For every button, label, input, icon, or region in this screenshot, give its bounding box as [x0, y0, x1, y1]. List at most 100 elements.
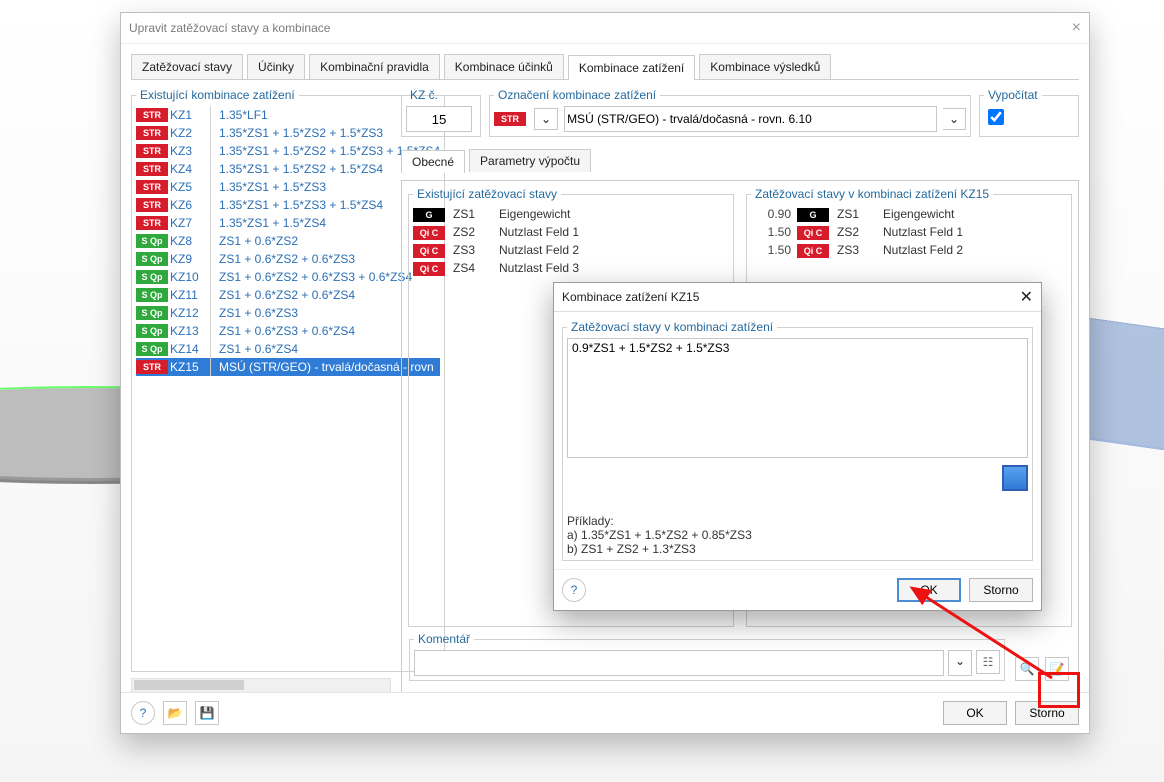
chevron-down-icon[interactable]: ⌄	[948, 650, 972, 676]
examples-block: Příklady: a) 1.35*ZS1 + 1.5*ZS2 + 0.85*Z…	[567, 514, 1028, 556]
combination-desc: ZS1 + 0.6*ZS3 + 0.6*ZS4	[213, 324, 355, 338]
loadstate-desc: Eigengewicht	[499, 207, 729, 221]
combination-row[interactable]: STRKZ15MSÚ (STR/GEO) - trvalá/dočasná - …	[136, 358, 440, 376]
tag-badge: Qi C	[413, 244, 445, 258]
kz-number-input[interactable]	[406, 106, 472, 132]
comment-panel: Komentář ⌄ ☷	[409, 632, 1005, 681]
tag-badge: STR	[136, 126, 168, 140]
save-icon[interactable]: 💾	[195, 701, 219, 725]
tag-badge: STR	[136, 360, 168, 374]
combination-row[interactable]: STRKZ41.35*ZS1 + 1.5*ZS2 + 1.5*ZS4	[136, 160, 440, 178]
tab-zatěžovací-stavy[interactable]: Zatěžovací stavy	[131, 54, 243, 79]
combination-row[interactable]: STRKZ6 1.35*ZS1 + 1.5*ZS3 + 1.5*ZS4	[136, 196, 440, 214]
comment-label: Komentář	[414, 632, 474, 646]
combination-row[interactable]: STRKZ21.35*ZS1 + 1.5*ZS2 + 1.5*ZS3	[136, 124, 440, 142]
combination-code: KZ7	[170, 216, 208, 230]
in-combination-list[interactable]: 0.90GZS1Eigengewicht1.50Qi CZS2Nutzlast …	[751, 205, 1067, 259]
combination-row[interactable]: S QpKZ10ZS1 + 0.6*ZS2 + 0.6*ZS3 + 0.6*ZS…	[136, 268, 440, 286]
combination-code: KZ8	[170, 234, 208, 248]
loadstate-code: ZS1	[453, 207, 493, 221]
combination-row[interactable]: S QpKZ14 ZS1 + 0.6*ZS4	[136, 340, 440, 358]
combination-code: KZ14	[170, 342, 208, 356]
combination-row[interactable]: S QpKZ13ZS1 + 0.6*ZS3 + 0.6*ZS4	[136, 322, 440, 340]
combination-code: KZ9	[170, 252, 208, 266]
tag-badge: G	[413, 208, 445, 222]
combinations-list[interactable]: STRKZ11.35*LF1STRKZ21.35*ZS1 + 1.5*ZS2 +…	[136, 106, 440, 376]
combination-desc: 1.35*ZS1 + 1.5*ZS2 + 1.5*ZS4	[213, 162, 383, 176]
titlebar: Upravit zatěžovací stavy a kombinace ×	[121, 13, 1089, 44]
ok-button[interactable]: OK	[897, 578, 961, 602]
combination-row[interactable]: S QpKZ9ZS1 + 0.6*ZS2 + 0.6*ZS3	[136, 250, 440, 268]
combination-row[interactable]: STRKZ31.35*ZS1 + 1.5*ZS2 + 1.5*ZS3 + 1.5…	[136, 142, 440, 160]
help-icon[interactable]: ?	[562, 578, 586, 602]
calculate-checkbox[interactable]	[988, 109, 1004, 125]
tag-badge: S Qp	[136, 342, 168, 356]
combination-desc: 1.35*LF1	[213, 108, 268, 122]
cancel-button[interactable]: Storno	[969, 578, 1033, 602]
window-title: Upravit zatěžovací stavy a kombinace	[129, 21, 330, 35]
comment-input[interactable]	[414, 650, 944, 676]
formula-textarea[interactable]	[567, 338, 1028, 458]
tag-badge: S Qp	[136, 234, 168, 248]
tab-kombinační-pravidla[interactable]: Kombinační pravidla	[309, 54, 440, 79]
tag-badge: Qi C	[413, 226, 445, 240]
designation-input[interactable]	[564, 106, 937, 132]
in-combination-row[interactable]: 0.90GZS1Eigengewicht	[751, 205, 1067, 223]
loadstate-row[interactable]: Qi CZS3Nutzlast Feld 2	[413, 241, 729, 259]
combination-row[interactable]: S QpKZ8ZS1 + 0.6*ZS2	[136, 232, 440, 250]
tag-badge: S Qp	[136, 288, 168, 302]
combination-row[interactable]: STRKZ51.35*ZS1 + 1.5*ZS3	[136, 178, 440, 196]
existing-combinations-panel: Existující kombinace zatížení STRKZ11.35…	[131, 88, 445, 672]
subtab-parametry-výpočtu[interactable]: Parametry výpočtu	[469, 149, 591, 172]
existing-loadstates-label: Existující zatěžovací stavy	[413, 187, 561, 201]
loadstate-desc: Nutzlast Feld 1	[499, 225, 729, 239]
loadstate-row[interactable]: Qi CZS2Nutzlast Feld 1	[413, 223, 729, 241]
details-icon[interactable]: 🔍	[1015, 657, 1039, 681]
combination-row[interactable]: STRKZ11.35*LF1	[136, 106, 440, 124]
factor-value: 0.90	[751, 207, 791, 221]
loadstate-code: ZS2	[837, 225, 877, 239]
loadstate-row[interactable]: G ZS1 Eigengewicht	[413, 205, 729, 223]
combination-desc: 1.35*ZS1 + 1.5*ZS2 + 1.5*ZS3	[213, 126, 383, 140]
comment-library-icon[interactable]: ☷	[976, 650, 1000, 674]
ok-button[interactable]: OK	[943, 701, 1007, 725]
apply-formula-icon[interactable]	[1002, 465, 1028, 491]
dialog-footer: ? 📂 💾 OK Storno	[121, 692, 1089, 733]
combination-code: KZ13	[170, 324, 208, 338]
tab-kombinace-výsledků[interactable]: Kombinace výsledků	[699, 54, 831, 79]
combination-desc: 1.35*ZS1 + 1.5*ZS3 + 1.5*ZS4	[213, 198, 383, 212]
formula-dialog-titlebar: Kombinace zatížení KZ15 ✕	[554, 283, 1041, 312]
loadstate-desc: Nutzlast Feld 3	[499, 261, 729, 275]
loadstate-desc: Nutzlast Feld 2	[883, 243, 1067, 257]
tag-badge: Qi C	[797, 226, 829, 240]
tab-kombinace-účinků[interactable]: Kombinace účinků	[444, 54, 564, 79]
open-icon[interactable]: 📂	[163, 701, 187, 725]
combination-row[interactable]: S QpKZ12ZS1 + 0.6*ZS3	[136, 304, 440, 322]
combination-desc: ZS1 + 0.6*ZS4	[213, 342, 298, 356]
existing-loadstates-list[interactable]: GZS1EigengewichtQi CZS2Nutzlast Feld 1Qi…	[413, 205, 729, 277]
subtab-obecné[interactable]: Obecné	[401, 150, 465, 173]
chevron-down-icon[interactable]: ⌄	[943, 108, 966, 130]
tag-badge: G	[797, 208, 829, 222]
help-icon[interactable]: ?	[131, 701, 155, 725]
factor-value: 1.50	[751, 225, 791, 239]
combination-row[interactable]: STRKZ71.35*ZS1 + 1.5*ZS4	[136, 214, 440, 232]
combination-code: KZ6	[170, 198, 208, 212]
highlight-rect	[1038, 672, 1080, 708]
close-icon[interactable]: ×	[1072, 19, 1081, 37]
loadstate-row[interactable]: Qi CZS4Nutzlast Feld 3	[413, 259, 729, 277]
combination-row[interactable]: S QpKZ11ZS1 + 0.6*ZS2 + 0.6*ZS4	[136, 286, 440, 304]
tab-účinky[interactable]: Účinky	[247, 54, 305, 79]
chevron-down-icon[interactable]: ⌄	[534, 108, 558, 130]
combination-code: KZ3	[170, 144, 208, 158]
tag-badge: STR	[136, 162, 168, 176]
close-icon[interactable]: ✕	[1020, 287, 1033, 307]
tag-badge: Qi C	[413, 262, 445, 276]
tag-badge: S Qp	[136, 306, 168, 320]
tag-badge: STR	[136, 198, 168, 212]
in-combination-row[interactable]: 1.50Qi CZS3Nutzlast Feld 2	[751, 241, 1067, 259]
in-combination-row[interactable]: 1.50Qi CZS2Nutzlast Feld 1	[751, 223, 1067, 241]
in-combination-label: Zatěžovací stavy v kombinaci zatížení KZ…	[751, 187, 993, 201]
tab-kombinace-zatížení[interactable]: Kombinace zatížení	[568, 55, 695, 80]
combination-code: KZ5	[170, 180, 208, 194]
